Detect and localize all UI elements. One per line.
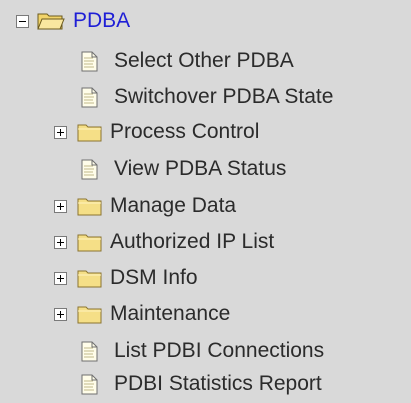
tree-item-process-control[interactable]: Process Control: [0, 115, 259, 149]
folder-icon: [77, 270, 102, 288]
expand-toggle-icon[interactable]: [54, 125, 67, 139]
expand-toggle-icon[interactable]: [54, 271, 67, 285]
tree-item-label: Authorized IP List: [110, 230, 275, 253]
expand-toggle-icon[interactable]: [54, 199, 67, 213]
tree-node-pdba[interactable]: PDBA: [0, 4, 130, 38]
tree-node-label: PDBA: [73, 9, 131, 32]
tree-item-maintenance[interactable]: Maintenance: [0, 297, 230, 331]
tree-item-label: Maintenance: [110, 302, 231, 325]
tree-item-dsm-info[interactable]: DSM Info: [0, 261, 198, 295]
tree-item-label: Select Other PDBA: [114, 49, 294, 72]
tree-item-list-pdbi-connections[interactable]: List PDBI Connections: [0, 334, 324, 368]
page-icon: [81, 159, 98, 179]
folder-icon: [77, 198, 102, 216]
tree-item-label: View PDBA Status: [114, 157, 287, 180]
tree-item-pdbi-statistics-report[interactable]: PDBI Statistics Report: [0, 367, 322, 401]
folder-icon: [77, 124, 102, 142]
page-icon: [81, 87, 98, 107]
expand-toggle-icon[interactable]: [54, 307, 67, 321]
tree-item-view-pdba-status[interactable]: View PDBA Status: [0, 152, 286, 186]
page-icon: [81, 341, 98, 361]
tree-item-label: Manage Data: [110, 194, 237, 217]
tree-item-label: PDBI Statistics Report: [114, 372, 322, 395]
tree-item-label: Switchover PDBA State: [114, 85, 334, 108]
tree-item-authorized-ip-list[interactable]: Authorized IP List: [0, 225, 274, 259]
folder-open-icon: [37, 13, 65, 30]
folder-icon: [77, 306, 102, 324]
folder-icon: [77, 234, 102, 252]
tree-item-select-other-pdba[interactable]: Select Other PDBA: [0, 44, 294, 78]
navigation-tree: PDBA Select Other PDBA Switchover PDBA S…: [0, 0, 411, 403]
page-icon: [81, 51, 98, 71]
tree-item-label: List PDBI Connections: [114, 339, 325, 362]
tree-item-switchover-pdba-state[interactable]: Switchover PDBA State: [0, 80, 333, 114]
tree-item-manage-data[interactable]: Manage Data: [0, 189, 236, 223]
page-icon: [81, 374, 98, 394]
tree-item-label: Process Control: [110, 120, 260, 143]
collapse-toggle-icon[interactable]: [16, 14, 29, 28]
expand-toggle-icon[interactable]: [54, 235, 67, 249]
tree-item-label: DSM Info: [110, 266, 198, 289]
